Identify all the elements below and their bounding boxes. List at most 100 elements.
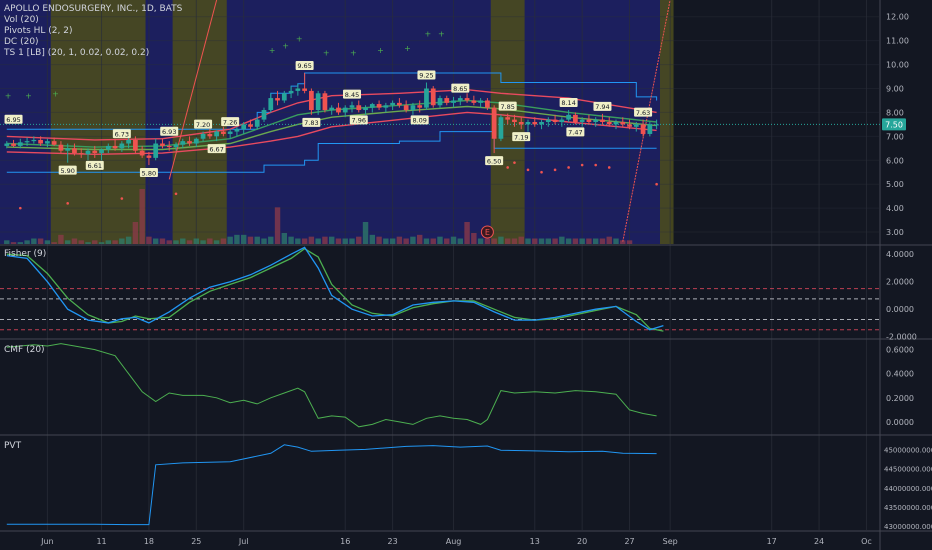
- price-tick-label: 12.00: [886, 13, 909, 22]
- pivot-label-text: 6.93: [162, 128, 176, 136]
- sar-cross-green: +: [269, 46, 276, 55]
- x-tick-label: 23: [388, 537, 398, 546]
- candle-body: [573, 114, 578, 122]
- pivot-label: 7.85: [498, 101, 517, 111]
- pivot-label: 7.94: [593, 101, 612, 111]
- volume-bar: [477, 238, 484, 244]
- candle-body: [491, 107, 497, 139]
- pivot-label: 8.09: [410, 115, 429, 125]
- candle-body: [24, 141, 30, 143]
- volume-bar: [37, 238, 44, 244]
- candle-body: [471, 100, 477, 103]
- volume-bar: [234, 234, 240, 244]
- candle-body: [363, 107, 368, 111]
- volume-bar: [315, 238, 321, 244]
- candle-body: [119, 143, 125, 149]
- x-tick-label: 13: [530, 537, 540, 546]
- volume-bar: [518, 236, 524, 244]
- volume-bar: [78, 240, 84, 244]
- candle-body: [4, 143, 10, 146]
- candle-body: [559, 119, 565, 122]
- candle-body: [545, 119, 551, 122]
- volume-bar: [437, 236, 443, 244]
- cmf-tick-label: 0.0000: [886, 418, 914, 427]
- candle-body: [457, 98, 463, 101]
- cmf-tick-label: 0.4000: [886, 370, 914, 379]
- pivot-label: 6.73: [112, 129, 131, 138]
- candle-body: [146, 155, 152, 158]
- volume-bar: [51, 242, 57, 244]
- candle-body: [85, 150, 91, 155]
- candle-body: [349, 105, 355, 108]
- volume-bar: [606, 236, 612, 244]
- volume-bar: [301, 238, 308, 244]
- pivot-label-text: 7.47: [568, 129, 582, 137]
- volume-bar: [613, 238, 619, 244]
- volume-bar: [92, 240, 98, 244]
- sar-cross-green: +: [350, 49, 357, 58]
- volume-bar: [31, 238, 37, 244]
- candle-body: [417, 105, 423, 108]
- pivot-label-text: 8.14: [561, 99, 575, 107]
- volume-bar: [125, 236, 132, 244]
- candle-body: [180, 141, 186, 145]
- volume-bar: [220, 238, 227, 244]
- pivot-label-text: 8.65: [453, 85, 467, 93]
- x-tick-label: 17: [767, 537, 777, 546]
- volume-bar: [180, 238, 186, 244]
- candle-body: [11, 143, 16, 146]
- pivot-label-text: 8.45: [345, 91, 359, 99]
- sar-dot-red: [655, 182, 658, 186]
- x-tick-label: 25: [191, 537, 201, 546]
- pivot-label-text: 5.90: [60, 167, 74, 175]
- sar-dot-red: [513, 161, 516, 164]
- volume-bar: [159, 238, 166, 244]
- volume-bar: [457, 238, 464, 244]
- price-tick-label: 8.00: [886, 108, 904, 117]
- volume-bar: [511, 238, 518, 244]
- legend-volume: Vol (20): [4, 15, 39, 25]
- volume-bar: [139, 189, 145, 244]
- candle-body: [464, 98, 470, 101]
- pivot-label: 8.65: [451, 83, 470, 93]
- sar-cross-green: +: [5, 92, 12, 101]
- candle-body: [397, 102, 402, 106]
- highlight-column-3: [660, 0, 674, 244]
- volume-bar: [356, 236, 362, 244]
- volume-bar: [498, 236, 504, 244]
- volume-bar: [491, 238, 497, 244]
- price-tick-label: 11.00: [886, 37, 909, 46]
- pivot-label: 5.80: [139, 168, 158, 177]
- candle-body: [58, 144, 64, 151]
- candle-body: [139, 150, 145, 156]
- price-tick-label: 7.00: [886, 132, 904, 141]
- volume-bar: [64, 240, 71, 244]
- volume-bar: [146, 236, 152, 244]
- price-tick-label: 9.00: [886, 85, 904, 94]
- sar-cross-green: +: [377, 46, 384, 55]
- candle-body: [112, 145, 118, 149]
- pivot-label: 6.67: [207, 144, 226, 153]
- candle-body: [241, 124, 247, 130]
- candle-body: [207, 133, 213, 137]
- volume-bar: [579, 238, 585, 244]
- sar-cross-green: +: [323, 49, 330, 58]
- volume-bar: [362, 222, 369, 244]
- candle-body: [532, 122, 538, 125]
- volume-bar: [369, 234, 376, 244]
- candle-body: [275, 98, 280, 101]
- pivot-label: 9.65: [295, 60, 314, 70]
- candle-body: [254, 119, 260, 127]
- candle-body: [166, 145, 172, 148]
- x-tick-label: Oc: [861, 537, 872, 546]
- volume-bar: [44, 240, 51, 244]
- candle-body: [45, 141, 50, 144]
- candle-body: [606, 122, 612, 125]
- volume-bar: [586, 238, 592, 244]
- chart-title: APOLLO ENDOSURGERY, INC., 1D, BATS: [4, 4, 183, 14]
- candle-body: [234, 129, 240, 132]
- pvt-tick-label: 44500000.0000: [884, 466, 932, 474]
- volume-bar: [281, 233, 288, 244]
- pivot-label-text: 6.50: [487, 157, 501, 165]
- candle-body: [444, 98, 450, 103]
